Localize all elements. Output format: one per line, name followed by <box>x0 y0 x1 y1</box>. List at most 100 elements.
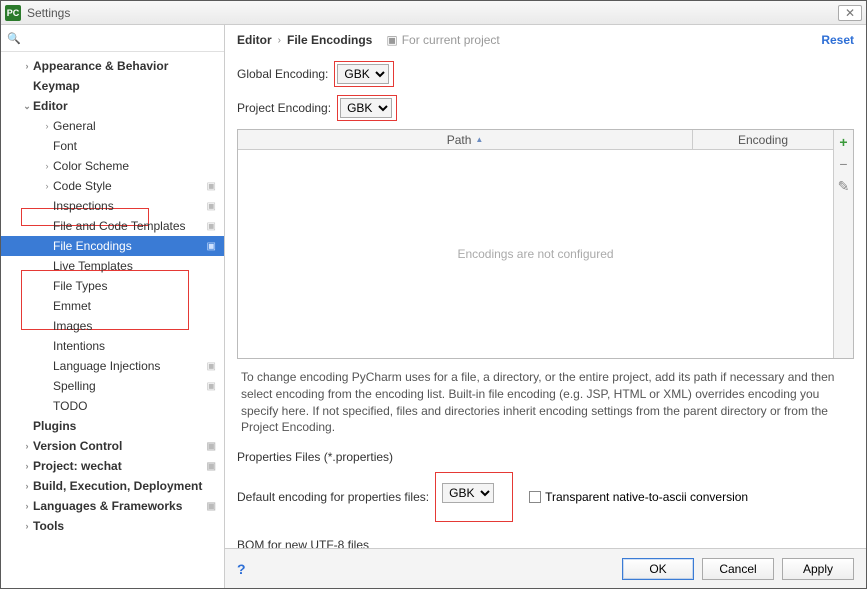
encoding-table: Path▲ Encoding Encodings are not configu… <box>237 129 854 359</box>
highlight-box: GBK <box>435 472 513 522</box>
project-scope-icon: ▣ <box>386 33 397 47</box>
add-icon[interactable]: + <box>839 134 847 150</box>
bom-section-title: BOM for new UTF-8 files <box>237 538 854 548</box>
help-icon[interactable]: ? <box>237 561 246 577</box>
sidebar-item[interactable]: Emmet <box>1 296 224 316</box>
titlebar: PC Settings ✕ <box>1 1 866 25</box>
project-scope-badge-icon: ▣ <box>207 381 216 392</box>
project-scope-label: For current project <box>402 33 500 47</box>
sidebar-item[interactable]: Languages & Frameworks▣ <box>1 496 224 516</box>
project-scope-badge-icon: ▣ <box>207 201 216 212</box>
breadcrumb-bar: Editor › File Encodings ▣ For current pr… <box>225 25 866 55</box>
sidebar-item-label: Plugins <box>33 419 224 433</box>
main-panel: Editor › File Encodings ▣ For current pr… <box>225 25 866 588</box>
project-scope-badge-icon: ▣ <box>207 441 216 452</box>
sidebar-item[interactable]: Font <box>1 136 224 156</box>
sidebar-item-label: Font <box>53 139 224 153</box>
sidebar-item-label: Inspections <box>53 199 207 213</box>
sidebar-item-label: File Encodings <box>53 239 207 253</box>
edit-icon[interactable]: ✎ <box>838 178 850 195</box>
project-encoding-label: Project Encoding: <box>237 101 331 115</box>
sidebar-item[interactable]: Build, Execution, Deployment <box>1 476 224 496</box>
cancel-button[interactable]: Cancel <box>702 558 774 580</box>
project-scope-badge-icon: ▣ <box>207 461 216 472</box>
chevron-icon <box>21 441 33 451</box>
sidebar-item-label: Intentions <box>53 339 224 353</box>
project-scope-badge-icon: ▣ <box>207 501 216 512</box>
sidebar-item[interactable]: Language Injections▣ <box>1 356 224 376</box>
sidebar-item[interactable]: Keymap <box>1 76 224 96</box>
chevron-icon <box>21 61 33 71</box>
encoding-help-text: To change encoding PyCharm uses for a fi… <box>237 369 854 436</box>
chevron-icon <box>41 161 53 171</box>
sidebar-item-label: Emmet <box>53 299 224 313</box>
sidebar-item[interactable]: Tools <box>1 516 224 536</box>
sidebar-item[interactable]: Images <box>1 316 224 336</box>
remove-icon[interactable]: − <box>839 156 847 172</box>
sidebar-item-label: Editor <box>33 99 224 113</box>
apply-button[interactable]: Apply <box>782 558 854 580</box>
sidebar-item[interactable]: Inspections▣ <box>1 196 224 216</box>
breadcrumb: Editor <box>237 33 272 47</box>
sidebar-item[interactable]: Color Scheme <box>1 156 224 176</box>
sidebar-item-label: Images <box>53 319 224 333</box>
properties-encoding-select[interactable]: GBK <box>442 483 494 503</box>
content: Global Encoding: GBK Project Encoding: G… <box>225 55 866 548</box>
ok-button[interactable]: OK <box>622 558 694 580</box>
column-encoding[interactable]: Encoding <box>693 130 833 149</box>
chevron-icon <box>21 461 33 471</box>
sidebar: 🔍 Appearance & Behavior Keymap Editor Gener… <box>1 25 225 588</box>
sidebar-item[interactable]: Intentions <box>1 336 224 356</box>
sidebar-item[interactable]: Spelling▣ <box>1 376 224 396</box>
sidebar-item[interactable]: Code Style▣ <box>1 176 224 196</box>
settings-tree: Appearance & Behavior Keymap Editor General… <box>1 52 224 588</box>
sidebar-item-label: File and Code Templates <box>53 219 207 233</box>
project-encoding-select[interactable]: GBK <box>340 98 392 118</box>
dialog-footer: ? OK Cancel Apply <box>225 548 866 588</box>
sidebar-item-label: Keymap <box>33 79 224 93</box>
highlight-box: GBK <box>337 95 397 121</box>
sidebar-item[interactable]: General <box>1 116 224 136</box>
column-label: Encoding <box>738 133 788 147</box>
sidebar-item-label: Appearance & Behavior <box>33 59 224 73</box>
sidebar-item-label: General <box>53 119 224 133</box>
sidebar-item[interactable]: Version Control▣ <box>1 436 224 456</box>
properties-section-title: Properties Files (*.properties) <box>237 450 854 464</box>
global-encoding-select[interactable]: GBK <box>337 64 389 84</box>
properties-encoding-label: Default encoding for properties files: <box>237 490 429 504</box>
chevron-icon <box>21 481 33 491</box>
sidebar-item-label: Spelling <box>53 379 207 393</box>
sidebar-item[interactable]: Editor <box>1 96 224 116</box>
sidebar-item[interactable]: Project: wechat▣ <box>1 456 224 476</box>
project-scope-badge-icon: ▣ <box>207 221 216 232</box>
project-scope-badge-icon: ▣ <box>207 181 216 192</box>
chevron-icon <box>41 121 53 131</box>
checkbox-label: Transparent native-to-ascii conversion <box>545 490 748 504</box>
sidebar-item-label: Tools <box>33 519 224 533</box>
chevron-icon <box>21 501 33 511</box>
global-encoding-label: Global Encoding: <box>237 67 328 81</box>
sidebar-item[interactable]: File Encodings▣ <box>1 236 224 256</box>
table-toolbar: + − ✎ <box>833 130 853 358</box>
chevron-icon <box>41 181 53 191</box>
sidebar-item-label: File Types <box>53 279 224 293</box>
search-wrap: 🔍 <box>1 25 224 52</box>
project-scope-badge-icon: ▣ <box>207 241 216 252</box>
sidebar-item-label: Live Templates <box>53 259 224 273</box>
column-path[interactable]: Path▲ <box>238 130 693 149</box>
sidebar-item[interactable]: File and Code Templates▣ <box>1 216 224 236</box>
sidebar-item-label: Languages & Frameworks <box>33 499 207 513</box>
search-input[interactable] <box>23 29 218 47</box>
sidebar-item[interactable]: Plugins <box>1 416 224 436</box>
transparent-ascii-checkbox[interactable]: Transparent native-to-ascii conversion <box>529 490 748 504</box>
sidebar-item[interactable]: File Types <box>1 276 224 296</box>
close-icon[interactable]: ✕ <box>838 5 862 21</box>
column-label: Path <box>447 133 472 147</box>
sidebar-item[interactable]: TODO <box>1 396 224 416</box>
chevron-icon <box>21 521 33 531</box>
sidebar-item[interactable]: Live Templates <box>1 256 224 276</box>
sidebar-item[interactable]: Appearance & Behavior <box>1 56 224 76</box>
window-title: Settings <box>27 6 834 20</box>
reset-link[interactable]: Reset <box>821 33 854 47</box>
highlight-box: GBK <box>334 61 394 87</box>
